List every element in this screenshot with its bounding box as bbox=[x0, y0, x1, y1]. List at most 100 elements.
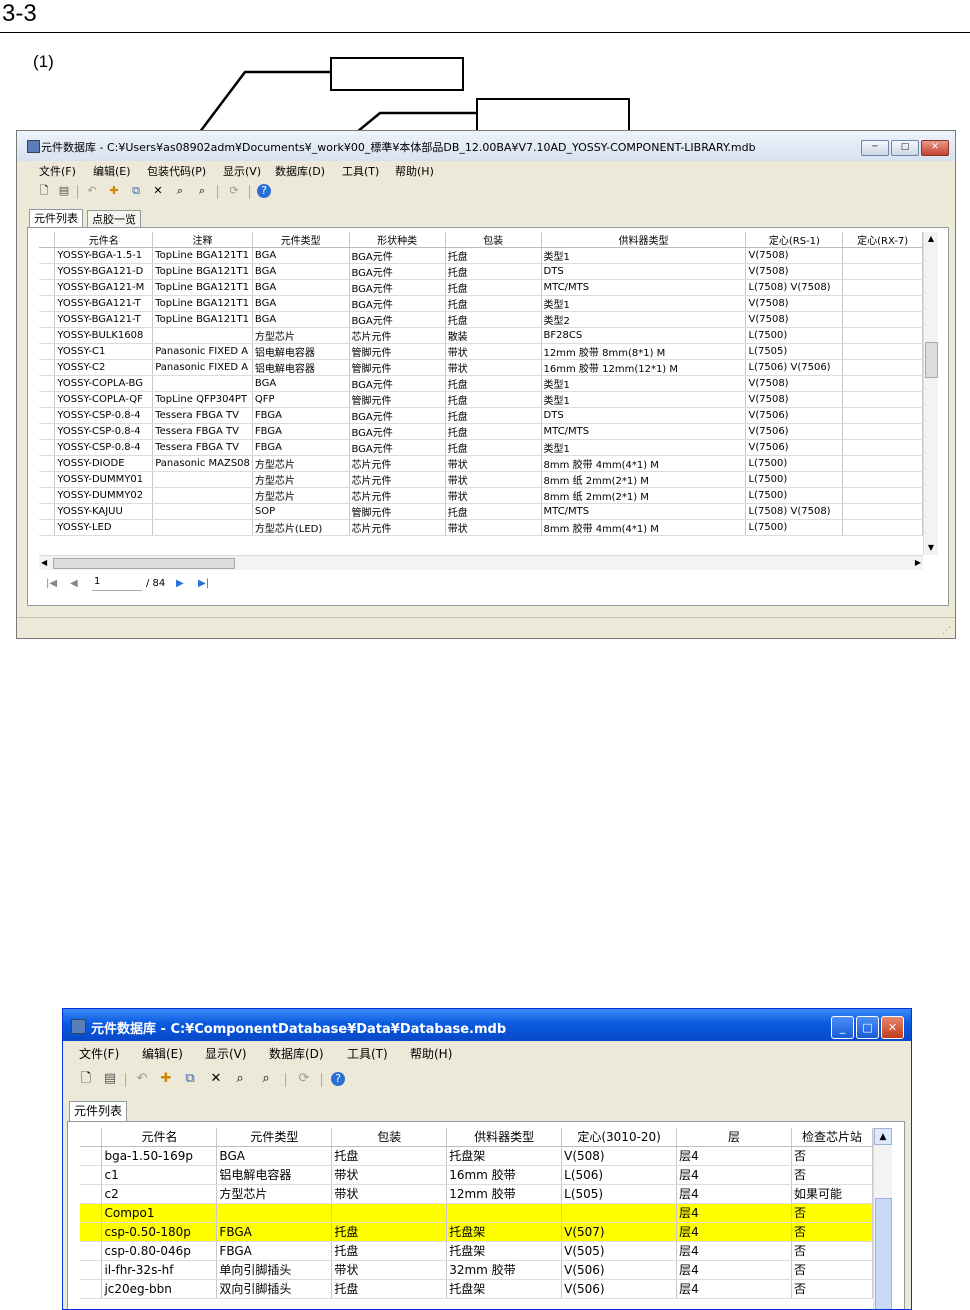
table-cell[interactable]: YOSSY-DIODE bbox=[54, 455, 154, 472]
column-header[interactable]: 定心(RX-7) bbox=[842, 232, 923, 248]
table-cell[interactable]: 托盘 bbox=[331, 1241, 448, 1261]
table-cell[interactable]: V(7508) bbox=[745, 391, 844, 408]
table-cell[interactable]: BGA bbox=[252, 279, 350, 296]
table-row[interactable]: YOSSY-LED 方型芯片(LED) 芯片元件 带状 8mm 胶带 4mm(4*1) … bbox=[39, 519, 923, 536]
horizontal-scrollbar[interactable]: ◀ ▶ bbox=[39, 555, 923, 570]
table-cell[interactable]: 托盘架 bbox=[446, 1279, 563, 1299]
column-header[interactable]: 层 bbox=[676, 1128, 792, 1147]
table-cell[interactable]: 8mm 胶带 4mm(4*1) M bbox=[541, 519, 747, 536]
table-cell[interactable]: L(7505) bbox=[745, 343, 844, 360]
table-cell[interactable]: 否 bbox=[791, 1146, 873, 1166]
row-selector[interactable] bbox=[39, 487, 56, 504]
table-cell[interactable] bbox=[152, 327, 253, 344]
table-cell[interactable]: MTC/MTS bbox=[541, 423, 747, 440]
table-cell[interactable] bbox=[561, 1203, 678, 1223]
find-next-icon[interactable]: ⌕ bbox=[195, 184, 209, 198]
table-cell[interactable]: V(7508) bbox=[745, 247, 844, 264]
row-selector[interactable] bbox=[39, 327, 56, 344]
scroll-left-icon[interactable]: ◀ bbox=[41, 556, 47, 570]
table-cell[interactable]: jc20eg-bbn bbox=[101, 1279, 218, 1299]
table-cell[interactable]: BGA bbox=[252, 311, 350, 328]
table-cell[interactable]: 12mm 胶带 bbox=[446, 1184, 563, 1204]
table-cell[interactable]: BGA元件 bbox=[349, 295, 446, 312]
tab-component-list[interactable]: 元件列表 bbox=[69, 1101, 128, 1122]
hscroll-thumb[interactable] bbox=[53, 558, 235, 569]
table-cell[interactable]: 否 bbox=[791, 1203, 873, 1223]
row-selector[interactable] bbox=[80, 1184, 103, 1204]
table-cell[interactable]: csp-0.80-046p bbox=[101, 1241, 218, 1261]
menu-edit[interactable]: 编辑(E) bbox=[93, 163, 131, 179]
table-cell[interactable]: YOSSY-LED bbox=[54, 519, 154, 536]
copy-icon[interactable]: ⧉ bbox=[129, 184, 143, 198]
table-cell[interactable]: 层4 bbox=[676, 1279, 792, 1299]
table-cell[interactable]: 带状 bbox=[445, 455, 542, 472]
table-cell[interactable]: 带状 bbox=[331, 1184, 448, 1204]
table-cell[interactable]: 托盘 bbox=[445, 439, 542, 456]
table-row[interactable]: YOSSY-BGA121-M TopLine BGA121T1 BGA BGA元件 托盘… bbox=[39, 279, 923, 296]
table-cell[interactable]: L(7500) bbox=[745, 455, 844, 472]
table-cell[interactable]: L(7508) V(7508) bbox=[745, 279, 844, 296]
table-cell[interactable]: TopLine BGA121T1 bbox=[152, 263, 253, 280]
table-cell[interactable]: FBGA bbox=[252, 439, 350, 456]
table-row[interactable]: YOSSY-KAJUU SOP 管脚元件 托盘 MTC/MTS L(7508) V(750… bbox=[39, 503, 923, 520]
row-selector[interactable] bbox=[80, 1146, 103, 1166]
table-cell[interactable]: YOSSY-BGA121-M bbox=[54, 279, 154, 296]
table-cell[interactable]: YOSSY-C1 bbox=[54, 343, 154, 360]
row-selector[interactable] bbox=[39, 423, 56, 440]
table-cell[interactable]: FBGA bbox=[252, 407, 350, 424]
table-row[interactable]: YOSSY-BGA121-D TopLine BGA121T1 BGA BGA元件 托盘… bbox=[39, 263, 923, 280]
row-selector[interactable] bbox=[80, 1165, 103, 1185]
scroll-down-icon[interactable]: ▼ bbox=[924, 541, 938, 555]
table-cell[interactable]: YOSSY-COPLA-BG bbox=[54, 375, 154, 392]
delete-icon[interactable]: ✕ bbox=[151, 184, 165, 198]
table-cell[interactable]: V(7508) bbox=[745, 295, 844, 312]
table-cell[interactable]: 带状 bbox=[445, 359, 542, 376]
table-cell[interactable]: Tessera FBGA TV bbox=[152, 407, 253, 424]
column-header[interactable]: 元件类型 bbox=[252, 232, 350, 248]
row-selector[interactable] bbox=[39, 375, 56, 392]
table-cell[interactable] bbox=[152, 519, 253, 536]
table-cell[interactable]: 管脚元件 bbox=[349, 391, 446, 408]
tab-component-list[interactable]: 元件列表 bbox=[29, 209, 83, 228]
table-row[interactable]: csp-0.50-180p FBGA 托盘 托盘架 V(507) 层4 否 bbox=[80, 1222, 873, 1242]
table-row[interactable]: YOSSY-DUMMY01 方型芯片 芯片元件 带状 8mm 纸 2mm(2*1) ML… bbox=[39, 471, 923, 488]
undo-icon[interactable]: ↶ bbox=[85, 184, 99, 198]
table-cell[interactable]: MTC/MTS bbox=[541, 279, 747, 296]
table-cell[interactable]: BGA元件 bbox=[349, 247, 446, 264]
table-cell[interactable]: 层4 bbox=[676, 1241, 792, 1261]
component-grid[interactable]: 元件名 元件类型 包装 供料器类型 定心(3010-20) 层检查芯片站 bga-1.50… bbox=[80, 1128, 873, 1309]
table-row[interactable]: YOSSY-CSP-0.8-4 Tessera FBGA TV FBGA BGA元件托… bbox=[39, 423, 923, 440]
table-cell[interactable]: 8mm 胶带 4mm(4*1) M bbox=[541, 455, 747, 472]
menu-database[interactable]: 数据库(D) bbox=[275, 163, 325, 179]
column-header[interactable]: 元件名 bbox=[54, 232, 154, 248]
table-cell[interactable]: 16mm 胶带 bbox=[446, 1165, 563, 1185]
table-cell[interactable]: YOSSY-BULK1608 bbox=[54, 327, 154, 344]
table-cell[interactable] bbox=[842, 503, 923, 520]
table-cell[interactable]: FBGA bbox=[252, 423, 350, 440]
table-cell[interactable]: TopLine BGA121T1 bbox=[152, 279, 253, 296]
table-cell[interactable]: 8mm 纸 2mm(2*1) M bbox=[541, 487, 747, 504]
row-selector[interactable] bbox=[39, 359, 56, 376]
help-icon[interactable]: ? bbox=[257, 184, 271, 198]
menu-tools[interactable]: 工具(T) bbox=[342, 163, 379, 179]
table-cell[interactable]: 托盘架 bbox=[446, 1222, 563, 1242]
table-cell[interactable]: bga-1.50-169p bbox=[101, 1146, 218, 1166]
add-icon[interactable]: ✚ bbox=[159, 1072, 173, 1086]
table-cell[interactable] bbox=[446, 1203, 563, 1223]
column-header[interactable]: 注释 bbox=[152, 232, 253, 248]
add-icon[interactable]: ✚ bbox=[107, 184, 121, 198]
table-cell[interactable]: V(508) bbox=[561, 1146, 678, 1166]
table-row[interactable]: bga-1.50-169p BGA 托盘 托盘架 V(508) 层4 否 bbox=[80, 1146, 873, 1166]
menu-help[interactable]: 帮助(H) bbox=[410, 1045, 452, 1062]
table-cell[interactable]: L(7506) V(7506) bbox=[745, 359, 844, 376]
row-selector[interactable] bbox=[80, 1241, 103, 1261]
menu-database[interactable]: 数据库(D) bbox=[269, 1045, 324, 1062]
table-cell[interactable]: BGA bbox=[252, 247, 350, 264]
table-row[interactable]: YOSSY-COPLA-BG BGA BGA元件 托盘 类型1 V(7508) bbox=[39, 375, 923, 392]
menu-view[interactable]: 显示(V) bbox=[223, 163, 261, 179]
table-cell[interactable]: 层4 bbox=[676, 1260, 792, 1280]
column-header[interactable]: 定心(3010-20) bbox=[561, 1128, 678, 1147]
table-cell[interactable] bbox=[842, 423, 923, 440]
table-cell[interactable]: 托盘 bbox=[331, 1279, 448, 1299]
row-selector[interactable] bbox=[39, 471, 56, 488]
